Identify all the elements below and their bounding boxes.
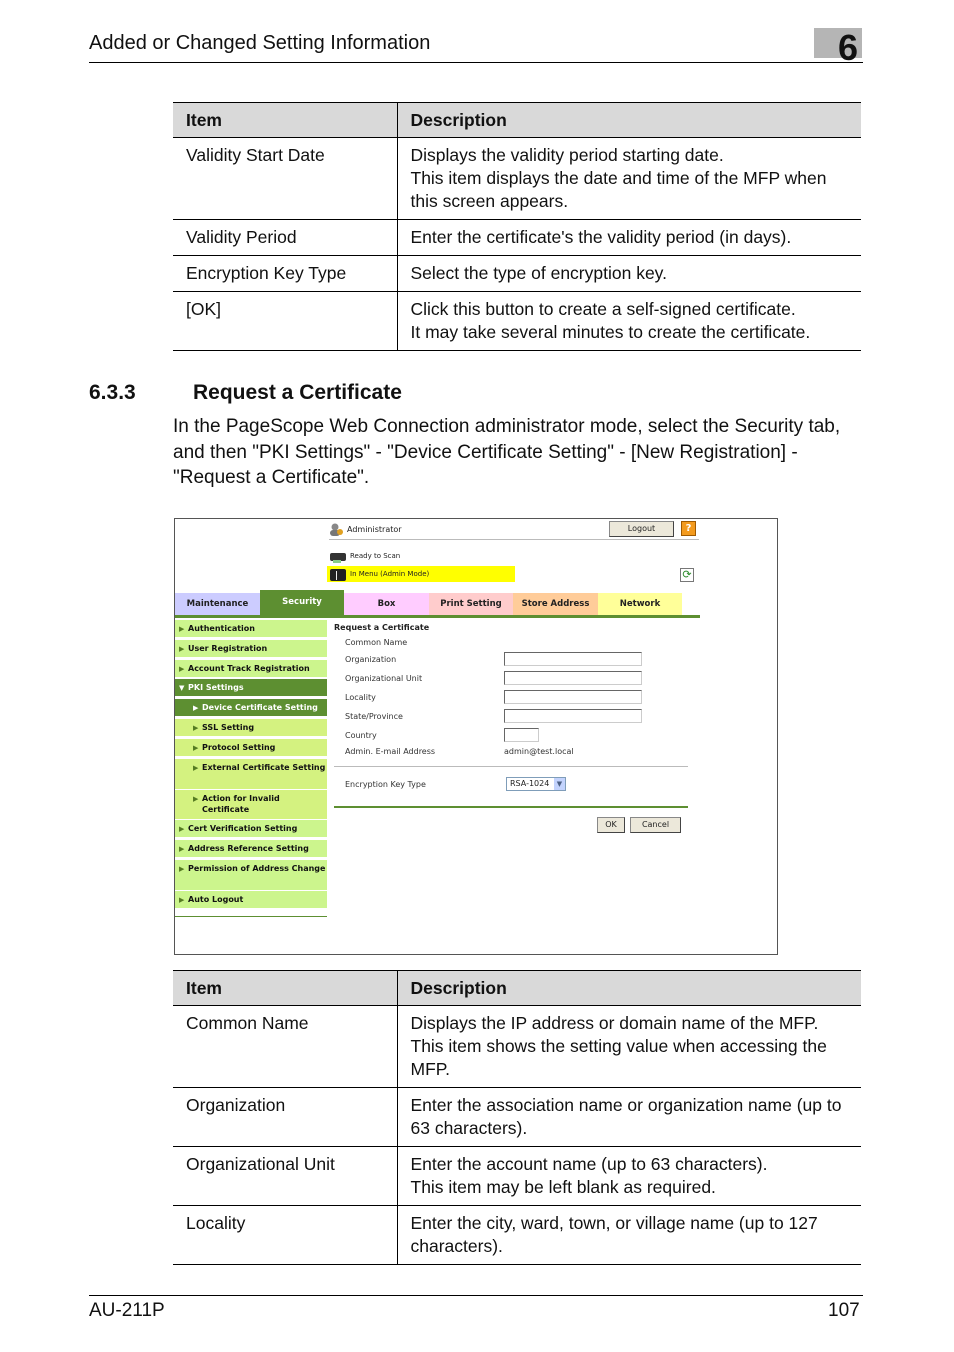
user-label: Administrator — [347, 525, 402, 534]
organizational-unit-input[interactable] — [504, 671, 642, 685]
item-cell: Validity Period — [173, 219, 398, 256]
label-state-province: State/Province — [345, 712, 403, 721]
item-cell: [OK] — [173, 291, 398, 351]
col-item: Item — [173, 970, 398, 1006]
nav-bottom-rule — [175, 916, 327, 917]
nav-action-invalid-certificate[interactable]: ▶ Action for Invalid Certificate — [175, 790, 327, 820]
label-organizational-unit: Organizational Unit — [345, 674, 423, 683]
printer-icon — [329, 567, 347, 582]
footer-rule — [89, 1295, 863, 1296]
nav-pki-settings[interactable]: ▼ PKI Settings — [175, 679, 327, 697]
table-row: Validity Start Date Displays the validity… — [173, 137, 861, 220]
label-organization: Organization — [345, 655, 397, 664]
table-row: Organizational Unit Enter the account nam… — [173, 1146, 861, 1206]
status-ready: Ready to Scan — [350, 552, 401, 560]
desc-cell: Displays the validity period starting da… — [397, 137, 861, 220]
tab-print-setting[interactable]: Print Setting — [429, 593, 513, 615]
nav-auto-logout[interactable]: ▶ Auto Logout — [175, 891, 327, 909]
page-number: 107 — [828, 1300, 860, 1321]
table-row: Organization Enter the association name o… — [173, 1087, 861, 1147]
label-admin-email: Admin. E-mail Address — [345, 747, 436, 756]
nav-authentication[interactable]: ▶ Authentication — [175, 620, 327, 638]
header-rule — [89, 62, 863, 63]
nav-cert-verification-setting[interactable]: ▶ Cert Verification Setting — [175, 820, 327, 838]
tab-maintenance[interactable]: Maintenance — [175, 593, 260, 615]
locality-input[interactable] — [504, 690, 642, 704]
nav-user-registration[interactable]: ▶ User Registration — [175, 640, 327, 658]
select-value: RSA-1024 — [510, 779, 550, 788]
country-input[interactable] — [504, 728, 539, 742]
admin-email-value: admin@test.local — [504, 747, 574, 756]
settings-table-2: Item Description Common Name Displays the… — [173, 970, 861, 1265]
help-button[interactable]: ? — [681, 521, 696, 536]
item-cell: Organizational Unit — [173, 1146, 398, 1206]
administrator-icon — [329, 523, 343, 536]
desc-cell: Enter the association name or organizati… — [397, 1087, 861, 1147]
form-divider — [334, 766, 688, 767]
table-row: Common Name Displays the IP address or do… — [173, 1005, 861, 1088]
desc-cell: Click this button to create a self-signe… — [397, 291, 861, 351]
ok-button[interactable]: OK — [597, 817, 625, 833]
tab-box[interactable]: Box — [344, 593, 429, 615]
item-cell: Locality — [173, 1205, 398, 1265]
label-locality: Locality — [345, 693, 376, 702]
desc-cell: Enter the certificate's the validity per… — [397, 219, 861, 256]
tab-security[interactable]: Security — [260, 590, 344, 615]
item-cell: Common Name — [173, 1005, 398, 1088]
label-encryption-key-type: Encryption Key Type — [345, 780, 426, 789]
desc-cell: Enter the account name (up to 63 charact… — [397, 1146, 861, 1206]
nav-address-reference-setting[interactable]: ▶ Address Reference Setting — [175, 840, 327, 858]
tab-bar-underline — [175, 615, 700, 618]
desc-cell: Select the type of encryption key. — [397, 255, 861, 292]
item-cell: Encryption Key Type — [173, 255, 398, 292]
logout-button[interactable]: Logout — [609, 521, 674, 537]
nav-ssl-setting[interactable]: ▶ SSL Setting — [175, 719, 327, 737]
admin-rule — [329, 539, 699, 540]
section-paragraph: In the PageScope Web Connection administ… — [173, 416, 841, 488]
item-cell: Validity Start Date — [173, 137, 398, 220]
web-connection-screenshot: Administrator Logout ? Ready to Scan In … — [174, 518, 778, 955]
nav-protocol-setting[interactable]: ▶ Protocol Setting — [175, 739, 327, 757]
section-title: Request a Certificate — [193, 381, 402, 404]
col-description: Description — [397, 970, 861, 1006]
chevron-down-icon[interactable]: ▼ — [554, 778, 565, 790]
nav-device-certificate-setting[interactable]: ▶ Device Certificate Setting — [175, 699, 327, 717]
desc-cell: Displays the IP address or domain name o… — [397, 1005, 861, 1088]
table-row: Encryption Key Type Select the type of en… — [173, 255, 861, 292]
encryption-key-type-select[interactable]: RSA-1024 ▼ — [506, 777, 566, 791]
tab-network[interactable]: Network — [598, 593, 682, 615]
nav-account-track-registration[interactable]: ▶ Account Track Registration — [175, 660, 327, 678]
label-country: Country — [345, 731, 377, 740]
nav-permission-address-change[interactable]: ▶ Permission of Address Change — [175, 860, 327, 891]
cancel-button[interactable]: Cancel — [630, 817, 681, 833]
col-item: Item — [173, 102, 398, 138]
running-header-title: Added or Changed Setting Information — [89, 32, 431, 54]
table-row: Validity Period Enter the certificate's t… — [173, 219, 861, 256]
footer-model: AU-211P — [89, 1300, 165, 1321]
form-bottom-rule — [334, 806, 688, 808]
table-row: [OK] Click this button to create a self-s… — [173, 291, 861, 351]
item-cell: Organization — [173, 1087, 398, 1147]
tab-store-address[interactable]: Store Address — [513, 593, 598, 615]
form-title: Request a Certificate — [334, 623, 430, 632]
organization-input[interactable] — [504, 652, 642, 666]
label-common-name: Common Name — [345, 638, 408, 647]
col-description: Description — [397, 102, 861, 138]
desc-cell: Enter the city, ward, town, or village n… — [397, 1205, 861, 1265]
section-number: 6.3.3 — [89, 381, 136, 404]
status-admin-mode: In Menu (Admin Mode) — [350, 570, 430, 578]
nav-external-certificate-setting[interactable]: ▶ External Certificate Setting — [175, 759, 327, 790]
state-province-input[interactable] — [504, 709, 642, 723]
refresh-icon[interactable]: ⟳ — [680, 568, 694, 582]
scanner-icon — [329, 550, 347, 564]
table-row: Locality Enter the city, ward, town, or v… — [173, 1205, 861, 1265]
settings-table-1: Item Description Validity Start Date Disp… — [173, 102, 861, 351]
